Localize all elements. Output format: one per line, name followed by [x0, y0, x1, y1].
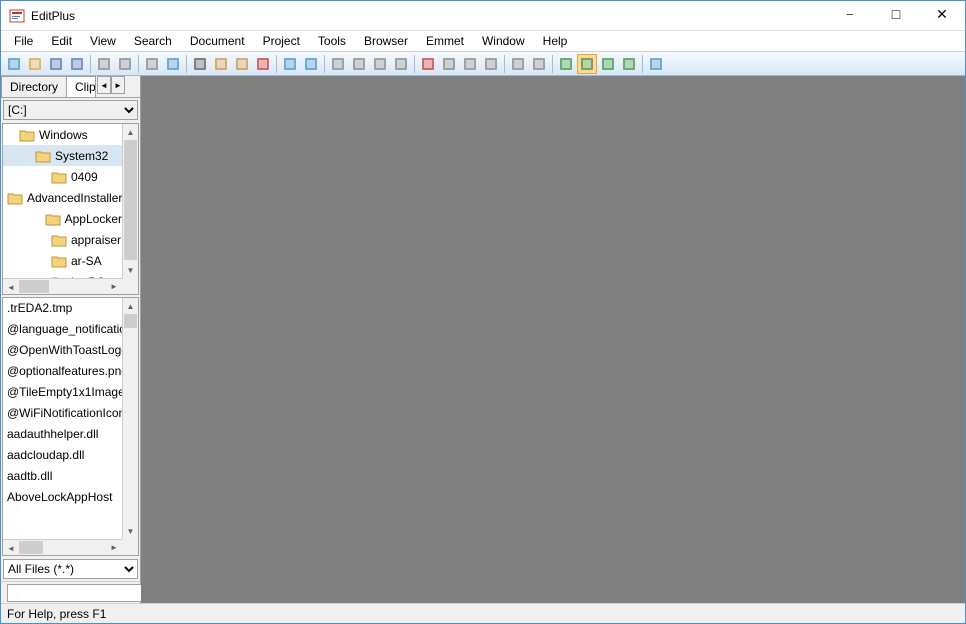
delete-icon[interactable] [253, 54, 273, 74]
close-button[interactable]: ✕ [919, 1, 965, 30]
preferences-icon[interactable] [142, 54, 162, 74]
browser-view-icon[interactable] [556, 54, 576, 74]
tree-hscroll[interactable]: ◄ ► [3, 278, 122, 294]
file-item[interactable]: @language_notification [3, 319, 122, 340]
file-item[interactable]: @optionalfeatures.png [3, 361, 122, 382]
statusbar: For Help, press F1 [1, 603, 965, 623]
cut-icon[interactable] [190, 54, 210, 74]
tab-scroll-left[interactable]: ◄ [97, 76, 111, 94]
titlebar: EditPlus − □ ✕ [1, 1, 965, 31]
new-file-icon[interactable] [4, 54, 24, 74]
toolbar [1, 52, 965, 76]
paste-icon[interactable] [232, 54, 252, 74]
text-format-icon[interactable] [460, 54, 480, 74]
tab-scroll-right[interactable]: ► [111, 76, 125, 94]
browser-edit-icon[interactable] [577, 54, 597, 74]
file-item[interactable]: .trEDA2.tmp [3, 298, 122, 319]
sidebar: Directory Clipt ◄ ► [C:] WindowsSystem32… [1, 76, 141, 603]
folder-item[interactable]: bg-BG [3, 271, 122, 278]
menu-project[interactable]: Project [254, 32, 309, 50]
menu-help[interactable]: Help [534, 32, 577, 50]
folder-item[interactable]: AdvancedInstallers [3, 187, 122, 208]
file-item[interactable]: aadtb.dll [3, 466, 122, 487]
refresh-icon[interactable] [598, 54, 618, 74]
user-tool-icon[interactable] [508, 54, 528, 74]
window-title: EditPlus [31, 9, 827, 23]
menu-tools[interactable]: Tools [309, 32, 355, 50]
menu-emmet[interactable]: Emmet [417, 32, 473, 50]
editor-area [141, 76, 965, 603]
file-list[interactable]: .trEDA2.tmp@language_notification@OpenWi… [2, 297, 139, 556]
tile-icon[interactable] [619, 54, 639, 74]
filelist-hscroll[interactable]: ◄ ► [3, 539, 122, 555]
folder-item[interactable]: ar-SA [3, 250, 122, 271]
path-row [1, 581, 140, 603]
menubar: FileEditViewSearchDocumentProjectToolsBr… [1, 31, 965, 52]
file-item[interactable]: @TileEmpty1x1Image [3, 382, 122, 403]
html-heading-icon[interactable] [439, 54, 459, 74]
ftp-icon[interactable] [163, 54, 183, 74]
folder-item[interactable]: Windows [3, 124, 122, 145]
file-item[interactable]: aadcloudap.dll [3, 445, 122, 466]
goto-line-icon[interactable] [391, 54, 411, 74]
folder-item[interactable]: 0409 [3, 166, 122, 187]
file-item[interactable]: aadauthhelper.dll [3, 424, 122, 445]
menu-document[interactable]: Document [181, 32, 254, 50]
menu-window[interactable]: Window [473, 32, 534, 50]
file-item[interactable]: @WiFiNotificationIcon [3, 403, 122, 424]
drive-select[interactable]: [C:] [3, 100, 138, 120]
context-help-icon[interactable] [646, 54, 666, 74]
open-icon[interactable] [25, 54, 45, 74]
folder-item[interactable]: appraiser [3, 229, 122, 250]
file-item[interactable]: @OpenWithToastLogo [3, 340, 122, 361]
copy-icon[interactable] [211, 54, 231, 74]
settings-icon[interactable] [529, 54, 549, 74]
menu-edit[interactable]: Edit [42, 32, 81, 50]
folder-item[interactable]: System32 [3, 145, 122, 166]
find-in-files-icon[interactable] [370, 54, 390, 74]
file-item[interactable]: AboveLockAppHost [3, 487, 122, 508]
folder-tree[interactable]: WindowsSystem320409AdvancedInstallersApp… [2, 123, 139, 295]
file-filter-select[interactable]: All Files (*.*) [3, 559, 138, 579]
save-icon[interactable] [46, 54, 66, 74]
print-preview-icon[interactable] [115, 54, 135, 74]
save-all-icon[interactable] [67, 54, 87, 74]
sidebar-tabs: Directory Clipt ◄ ► [1, 76, 140, 98]
menu-search[interactable]: Search [125, 32, 181, 50]
maximize-button[interactable]: □ [873, 1, 919, 30]
indent-icon[interactable] [481, 54, 501, 74]
replace-icon[interactable] [349, 54, 369, 74]
filelist-vscroll[interactable]: ▲ ▼ [122, 298, 138, 539]
undo-icon[interactable] [280, 54, 300, 74]
find-icon[interactable] [328, 54, 348, 74]
status-text: For Help, press F1 [7, 607, 106, 621]
folder-item[interactable]: AppLocker [3, 208, 122, 229]
minimize-button[interactable]: − [827, 1, 873, 30]
menu-file[interactable]: File [5, 32, 42, 50]
font-color-icon[interactable] [418, 54, 438, 74]
print-icon[interactable] [94, 54, 114, 74]
menu-browser[interactable]: Browser [355, 32, 417, 50]
tree-vscroll[interactable]: ▲ ▼ [122, 124, 138, 278]
tab-cliptext[interactable]: Clipt [66, 76, 96, 97]
app-icon [9, 8, 25, 24]
redo-icon[interactable] [301, 54, 321, 74]
tab-directory[interactable]: Directory [1, 76, 67, 97]
menu-view[interactable]: View [81, 32, 125, 50]
